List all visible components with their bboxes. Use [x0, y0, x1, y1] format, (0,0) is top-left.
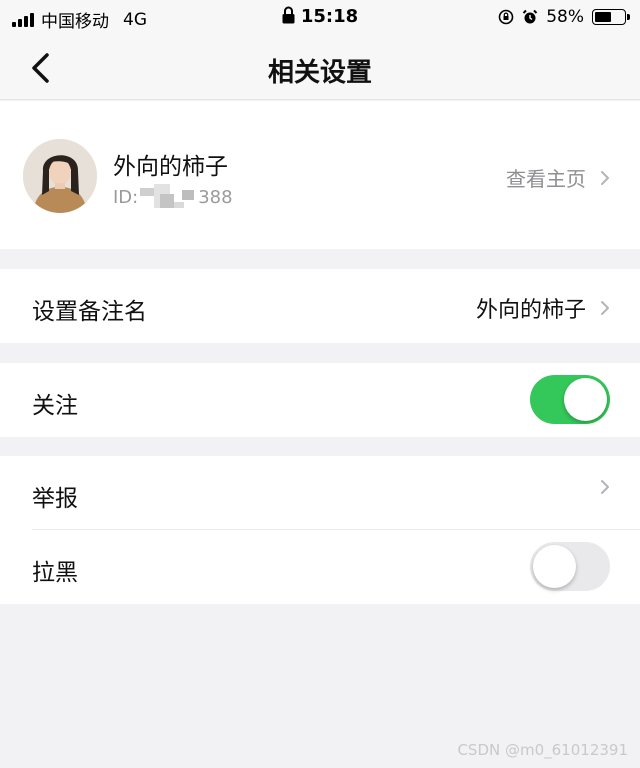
follow-toggle[interactable]	[530, 375, 610, 424]
report-value	[600, 479, 610, 495]
remark-value-text: 外向的柿子	[475, 298, 586, 323]
block-row: 拉黑	[0, 530, 640, 604]
chevron-right-icon	[601, 170, 609, 185]
avatar[interactable]	[23, 139, 97, 213]
chevron-right-icon	[601, 301, 609, 315]
report-row[interactable]: 举报	[0, 456, 640, 530]
id-suffix: 388	[198, 187, 233, 208]
avatar-image	[23, 139, 97, 213]
time-label: 15:18	[300, 6, 359, 27]
set-remark-label: 设置备注名	[32, 299, 147, 325]
alarm-icon	[522, 9, 538, 24]
rotation-lock-icon	[498, 9, 514, 25]
view-homepage-link[interactable]: 查看主页	[506, 163, 610, 192]
follow-row: 关注	[0, 363, 640, 437]
set-remark-value: 外向的柿子	[476, 292, 610, 324]
set-remark-row[interactable]: 设置备注名 外向的柿子	[0, 269, 640, 343]
profile-card: 外向的柿子 ID: 388 查看主页	[0, 101, 640, 249]
profile-nickname: 外向的柿子	[113, 154, 228, 180]
lock-icon	[282, 6, 295, 24]
toggle-knob	[564, 378, 607, 421]
navigation-bar: 相关设置	[0, 36, 640, 100]
profile-id: ID: 388	[113, 184, 233, 208]
chevron-right-icon	[601, 480, 609, 494]
watermark: CSDN @m0_61012391	[457, 741, 628, 759]
id-mosaic	[138, 184, 198, 208]
toggle-knob	[533, 545, 576, 588]
block-toggle[interactable]	[530, 542, 610, 591]
follow-label: 关注	[32, 393, 78, 419]
battery-icon	[592, 9, 630, 25]
view-homepage-label: 查看主页	[506, 167, 586, 191]
battery-percent: 58%	[546, 7, 584, 27]
block-label: 拉黑	[32, 560, 78, 586]
page-title: 相关设置	[267, 58, 372, 88]
status-right: 58%	[498, 7, 630, 27]
report-label: 举报	[32, 486, 78, 512]
status-bar: 中国移动 4G 15:18 58%	[0, 0, 640, 36]
id-prefix: ID:	[113, 187, 139, 208]
